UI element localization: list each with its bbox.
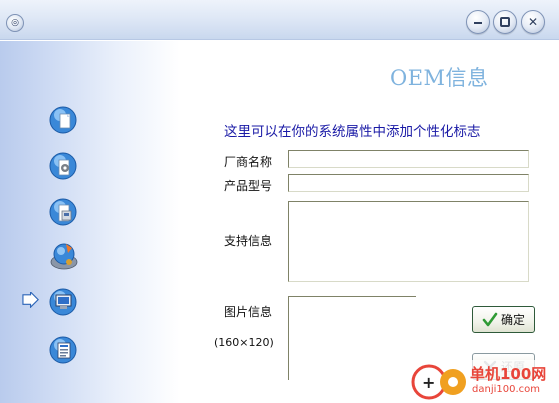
settings-icon[interactable] [48,150,80,182]
svg-text:+: + [422,373,435,392]
ok-button-label: 确定 [500,313,525,327]
support-textarea[interactable] [288,201,529,282]
maximize-icon [500,17,510,27]
monitor-icon[interactable] [48,286,80,318]
document-icon[interactable] [48,196,80,228]
checkmark-icon [482,312,498,326]
manufacturer-label: 厂商名称 [224,155,273,169]
close-button[interactable]: ✕ [521,10,545,34]
system-menu-icon[interactable]: ◎ [6,14,24,32]
maximize-button[interactable] [493,10,517,34]
page-title: OEM信息 [390,66,489,90]
title-bar: ◎ ✕ [0,0,559,40]
minimize-icon [474,22,482,24]
image-size-label: (160×120) [214,336,274,349]
support-label: 支持信息 [224,234,273,248]
close-icon: ✕ [527,15,539,29]
oem-info-window: ◎ ✕ OEM信息 这里可以在你的系统属性中添加个性化标志 厂商名称 产品型号 … [0,0,559,403]
watermark-text: 单机100网 [470,365,547,383]
software-icon[interactable] [48,240,80,272]
ok-button[interactable]: 确定 [472,306,535,333]
page-subtitle: 这里可以在你的系统属性中添加个性化标志 [224,124,481,140]
manufacturer-input[interactable] [288,150,529,168]
sidebar [0,41,180,403]
model-label: 产品型号 [224,179,273,193]
folder-icon[interactable] [48,104,80,136]
image-label: 图片信息 [224,305,273,319]
minimize-button[interactable] [466,10,490,34]
watermark-domain: danji100.com [472,384,540,395]
selected-arrow-icon [22,292,39,308]
image-preview-box[interactable] [288,296,416,380]
model-input[interactable] [288,174,529,192]
system-info-icon[interactable] [48,334,80,366]
